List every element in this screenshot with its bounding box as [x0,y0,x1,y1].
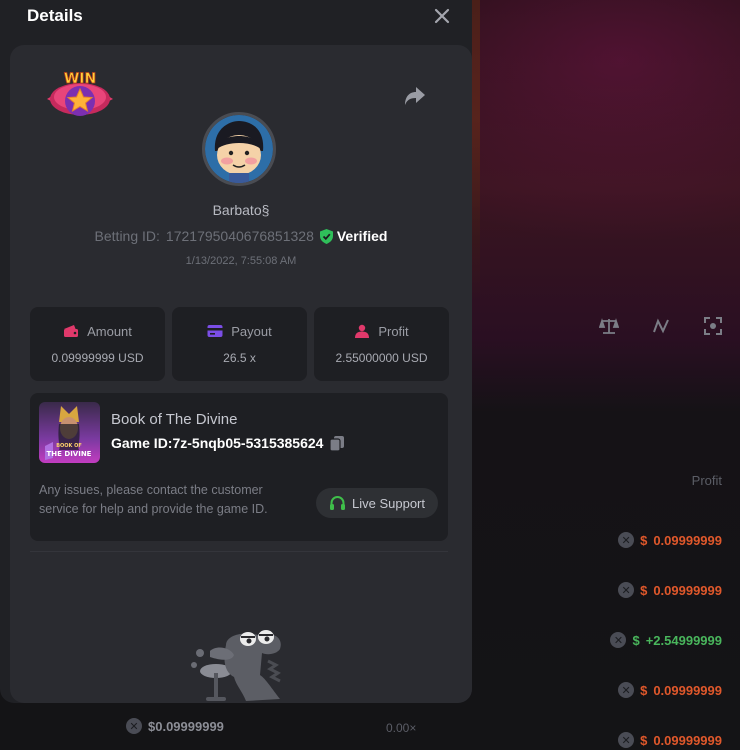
close-circle-icon: ✕ [610,632,627,648]
betting-id-line: Betting ID: 1721795040676851328 Verified [10,228,472,244]
wallet-icon [64,325,79,337]
copy-icon [329,436,345,452]
bg-profit-row: ✕ $ 0.09999999 [592,515,722,565]
share-icon [405,87,425,105]
bg-profit-list: ✕ $ 0.09999999 ✕ $ 0.09999999 ✕ $ +2.549… [592,515,722,750]
scale-icon[interactable] [596,313,622,339]
chart-line-icon[interactable] [648,313,674,339]
bg-profit-header: Profit [691,473,722,488]
bg-toolbar [596,313,726,339]
bg-profit-row: ✕ $ 0.09999999 [592,715,722,750]
bet-stats: Amount 0.09999999 USD Payout 26.5 x Prof… [30,307,449,381]
betting-id-label: Betting ID: [94,228,160,244]
stat-amount: Amount 0.09999999 USD [30,307,165,381]
close-circle-icon: ✕ [618,732,635,748]
stat-value: 0.09999999 USD [51,350,144,365]
game-name: Book of The Divine [111,411,238,428]
close-circle-icon: ✕ [618,532,635,548]
help-text: Any issues, please contact the customer … [39,483,268,516]
bg-profit-row: ✕ $ 0.09999999 [592,565,722,615]
game-id-row: Game ID:7z-5nqb05-5315385624 [111,435,345,452]
stat-payout: Payout 26.5 x [172,307,307,381]
divider [30,551,448,552]
win-badge: WIN [43,69,117,125]
stat-label: Amount [87,323,132,339]
user-icon [355,324,370,338]
stat-label: Payout [231,323,272,339]
details-modal: Details WIN Barbato§ Betting ID: 1721795… [0,0,472,703]
card-icon [207,325,223,337]
fullscreen-icon[interactable] [700,313,726,339]
crocodile-mascot [186,615,296,705]
verified-label: Verified [336,228,388,244]
bg-bottom-amount: ✕ $0.09999999 [126,718,224,734]
stat-label: Profit [378,323,409,339]
close-circle-icon: ✕ [618,582,635,598]
stat-value: 2.55000000 USD [335,350,428,365]
stat-profit: Profit 2.55000000 USD [314,307,449,381]
live-support-button[interactable]: Live Support [316,488,438,518]
verified-badge: Verified [319,228,388,244]
modal-title: Details [27,6,83,25]
shield-check-icon [319,228,333,244]
game-thumbnail[interactable]: BOOK OF THE DIVINE [39,402,100,463]
bet-details-card: WIN Barbato§ Betting ID: 172179504067685… [10,45,472,703]
share-button[interactable] [403,85,429,109]
close-circle-icon: ✕ [126,718,142,734]
badge-label: WIN [64,71,96,87]
bet-timestamp: 1/13/2022, 7:55:08 AM [185,255,297,267]
close-circle-icon: ✕ [618,682,635,698]
bg-profit-row: ✕ $ +2.54999999 [592,615,722,665]
game-id-value: 7z-5nqb05-5315385624 [172,435,324,451]
bg-profit-row: ✕ $ 0.09999999 [592,665,722,715]
svg-text:THE DIVINE: THE DIVINE [47,450,92,458]
close-icon [434,8,450,24]
username: Barbato§ [212,202,270,218]
close-button[interactable] [430,4,454,28]
headset-icon [330,495,345,510]
stat-value: 26.5 x [223,350,256,365]
copy-button[interactable] [329,435,345,452]
game-id-label: Game ID: [111,435,173,451]
avatar [202,112,276,186]
bg-bottom-multiplier: 0.00× [386,721,417,735]
live-support-label: Live Support [352,495,425,511]
game-info-box: BOOK OF THE DIVINE Book of The Divine Ga… [30,393,448,541]
svg-text:BOOK OF: BOOK OF [56,443,82,449]
betting-id-value: 1721795040676851328 [165,228,314,244]
